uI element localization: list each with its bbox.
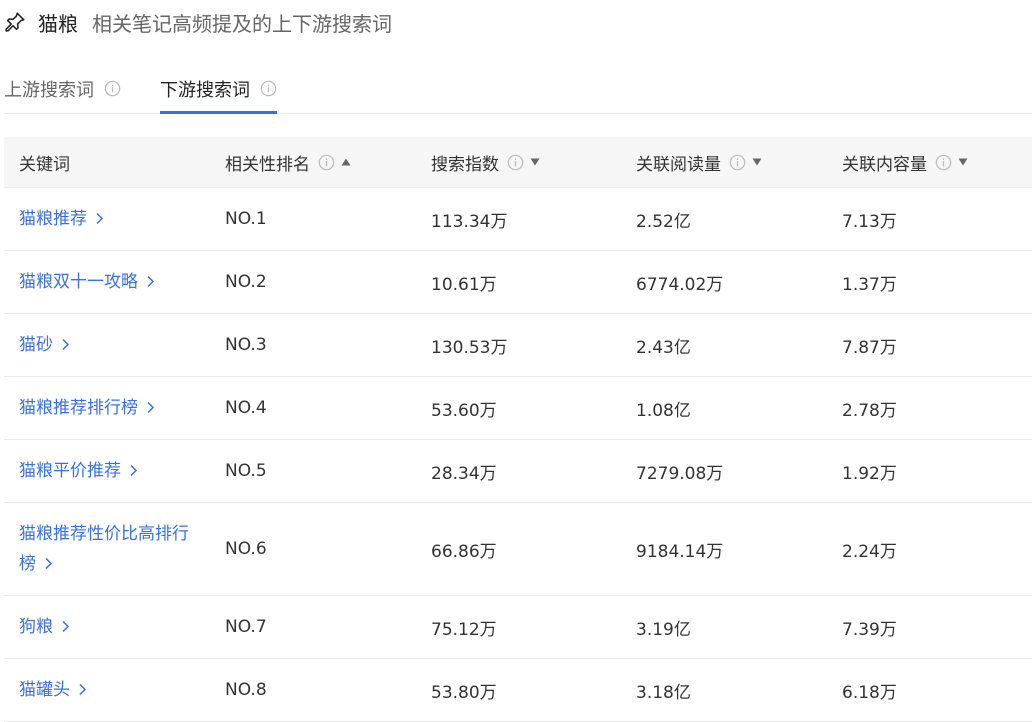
search-term-table: 关键词 相关性排名 搜索指数 关联阅读量 关联内容量 猫粮推荐 NO.1 113… <box>4 137 1032 722</box>
table-body: 猫粮推荐 NO.1 113.34万 2.52亿 7.13万 猫粮双十一攻略 NO… <box>4 188 1032 722</box>
sort-down-icon[interactable] <box>530 158 540 166</box>
table-row: 猫粮平价推荐 NO.5 28.34万 7279.08万 1.92万 <box>4 440 1032 503</box>
pin-icon[interactable] <box>4 11 26 33</box>
tab-upstream-label: 上游搜索词 <box>4 79 94 101</box>
column-header-label: 搜索指数 <box>431 154 499 175</box>
tab-downstream[interactable]: 下游搜索词 <box>160 64 277 114</box>
rank-cell: NO.8 <box>225 680 267 700</box>
sort-down-icon[interactable] <box>752 158 762 166</box>
search-index-cell: 66.86万 <box>431 541 497 562</box>
table-row: 猫粮双十一攻略 NO.2 10.61万 6774.02万 1.37万 <box>4 251 1032 314</box>
chevron-right-icon <box>45 557 53 570</box>
keyword-link[interactable]: 猫罐头 <box>19 659 209 721</box>
search-index-cell: 53.60万 <box>431 400 497 421</box>
column-header-label: 关键词 <box>19 154 70 175</box>
keyword-text: 猫砂 <box>19 335 53 355</box>
tab-downstream-label: 下游搜索词 <box>160 79 250 101</box>
keyword-text: 猫罐头 <box>19 680 70 700</box>
keyword-link[interactable]: 猫砂 <box>19 314 209 376</box>
chevron-right-icon <box>147 275 155 288</box>
search-index-cell: 28.34万 <box>431 463 497 484</box>
keyword-text: 猫粮双十一攻略 <box>19 272 138 292</box>
chevron-right-icon <box>130 464 138 477</box>
keyword-text: 猫粮推荐 <box>19 209 87 229</box>
column-header-content-volume[interactable]: 关联内容量 <box>842 137 1022 187</box>
content-volume-cell: 1.92万 <box>842 463 897 484</box>
keyword-link[interactable]: 猫粮推荐排行榜 <box>19 377 209 439</box>
column-header-keyword: 关键词 <box>19 137 209 187</box>
search-index-cell: 75.12万 <box>431 619 497 640</box>
keyword-link[interactable]: 狗粮 <box>19 596 209 658</box>
read-volume-cell: 3.18亿 <box>636 682 691 703</box>
content-volume-cell: 7.87万 <box>842 337 897 358</box>
search-index-cell: 53.80万 <box>431 682 497 703</box>
info-icon[interactable] <box>104 80 121 97</box>
table-row: 猫粮推荐排行榜 NO.4 53.60万 1.08亿 2.78万 <box>4 377 1032 440</box>
keyword-text: 猫粮推荐排行榜 <box>19 398 138 418</box>
column-header-rank[interactable]: 相关性排名 <box>225 137 415 187</box>
rank-cell: NO.3 <box>225 335 267 355</box>
chevron-right-icon <box>147 401 155 414</box>
read-volume-cell: 2.52亿 <box>636 211 691 232</box>
page-header: 猫粮 相关笔记高频提及的上下游搜索词 <box>4 6 392 38</box>
read-volume-cell: 9184.14万 <box>636 541 724 562</box>
table-row: 猫粮推荐 NO.1 113.34万 2.52亿 7.13万 <box>4 188 1032 251</box>
rank-cell: NO.5 <box>225 461 267 481</box>
rank-cell: NO.7 <box>225 617 267 637</box>
keyword-link[interactable]: 猫粮双十一攻略 <box>19 251 209 313</box>
header-keyword: 猫粮 <box>38 11 78 36</box>
content-volume-cell: 7.39万 <box>842 619 897 640</box>
keyword-link[interactable]: 猫粮推荐 <box>19 188 209 250</box>
rank-cell: NO.4 <box>225 398 267 418</box>
column-header-read-volume[interactable]: 关联阅读量 <box>636 137 826 187</box>
info-icon[interactable] <box>729 154 746 171</box>
search-index-cell: 113.34万 <box>431 211 508 232</box>
content-volume-cell: 7.13万 <box>842 211 897 232</box>
rank-cell: NO.6 <box>225 539 267 559</box>
keyword-link[interactable]: 猫粮推荐性价比高排行榜 <box>19 503 209 595</box>
table-row: 狗粮 NO.7 75.12万 3.19亿 7.39万 <box>4 596 1032 659</box>
read-volume-cell: 1.08亿 <box>636 400 691 421</box>
content-volume-cell: 2.78万 <box>842 400 897 421</box>
table-header: 关键词 相关性排名 搜索指数 关联阅读量 关联内容量 <box>4 137 1032 188</box>
sort-up-icon[interactable] <box>341 158 351 166</box>
table-row: 猫砂 NO.3 130.53万 2.43亿 7.87万 <box>4 314 1032 377</box>
rank-cell: NO.1 <box>225 209 267 229</box>
keyword-text: 猫粮平价推荐 <box>19 461 121 481</box>
read-volume-cell: 6774.02万 <box>636 274 724 295</box>
header-subtitle: 相关笔记高频提及的上下游搜索词 <box>92 11 392 36</box>
read-volume-cell: 2.43亿 <box>636 337 691 358</box>
read-volume-cell: 7279.08万 <box>636 463 724 484</box>
column-header-label: 相关性排名 <box>225 154 310 175</box>
sort-down-icon[interactable] <box>958 158 968 166</box>
column-header-label: 关联内容量 <box>842 154 927 175</box>
info-icon[interactable] <box>507 154 524 171</box>
table-row: 猫粮推荐性价比高排行榜 NO.6 66.86万 9184.14万 2.24万 <box>4 503 1032 596</box>
tab-upstream[interactable]: 上游搜索词 <box>4 64 121 113</box>
info-icon[interactable] <box>260 80 277 97</box>
chevron-right-icon <box>62 338 70 351</box>
keyword-link[interactable]: 猫粮平价推荐 <box>19 440 209 502</box>
info-icon[interactable] <box>318 154 335 171</box>
rank-cell: NO.2 <box>225 272 267 292</box>
chevron-right-icon <box>62 620 70 633</box>
table-row: 猫罐头 NO.8 53.80万 3.18亿 6.18万 <box>4 659 1032 722</box>
column-header-search-index[interactable]: 搜索指数 <box>431 137 621 187</box>
search-index-cell: 10.61万 <box>431 274 497 295</box>
info-icon[interactable] <box>935 154 952 171</box>
content-volume-cell: 6.18万 <box>842 682 897 703</box>
column-header-label: 关联阅读量 <box>636 154 721 175</box>
search-index-cell: 130.53万 <box>431 337 508 358</box>
search-term-tabs: 上游搜索词 下游搜索词 <box>4 64 1032 114</box>
content-volume-cell: 2.24万 <box>842 541 897 562</box>
chevron-right-icon <box>79 683 87 696</box>
keyword-text: 狗粮 <box>19 617 53 637</box>
content-volume-cell: 1.37万 <box>842 274 897 295</box>
read-volume-cell: 3.19亿 <box>636 619 691 640</box>
chevron-right-icon <box>96 212 104 225</box>
